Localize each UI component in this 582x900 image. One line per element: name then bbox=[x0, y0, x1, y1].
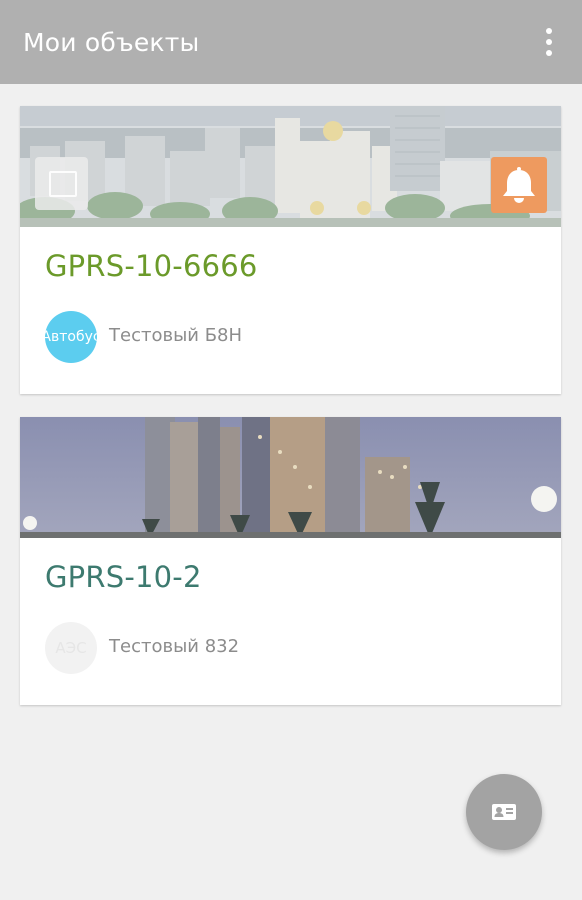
camera-icon[interactable] bbox=[35, 157, 88, 210]
more-vertical-icon[interactable] bbox=[544, 28, 554, 56]
object-description: Тестовый Б8Н bbox=[109, 325, 243, 346]
avatar: Автобус bbox=[45, 311, 97, 363]
contacts-button[interactable] bbox=[466, 774, 542, 850]
page-title: Мои объекты bbox=[23, 27, 200, 57]
app-bar: Мои объекты bbox=[0, 0, 582, 84]
avatar: АЭС bbox=[45, 622, 97, 674]
object-description: Тестовый 832 bbox=[109, 636, 240, 657]
city-night-photo bbox=[20, 417, 561, 538]
contact-card-icon bbox=[492, 804, 516, 820]
object-name: GPRS-10-6666 bbox=[45, 249, 258, 283]
alarm-bell-icon[interactable] bbox=[491, 157, 547, 213]
object-card[interactable]: GPRS-10-6666 Автобус Тестовый Б8Н bbox=[20, 106, 561, 394]
object-name: GPRS-10-2 bbox=[45, 560, 202, 594]
object-card[interactable]: GPRS-10-2 АЭС Тестовый 832 bbox=[20, 417, 561, 705]
city-day-photo bbox=[20, 106, 561, 227]
